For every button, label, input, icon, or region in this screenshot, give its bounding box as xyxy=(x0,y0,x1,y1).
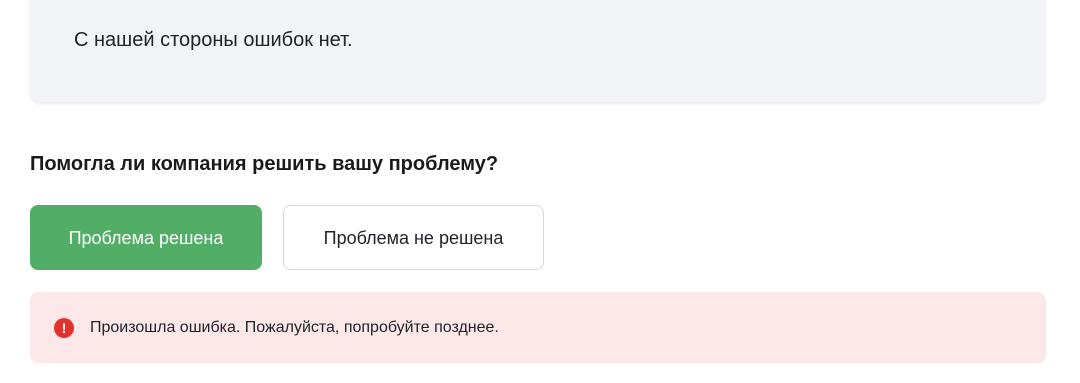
company-response-card: С нашей стороны ошибок нет. xyxy=(30,0,1046,102)
feedback-question: Помогла ли компания решить вашу проблему… xyxy=(30,153,499,175)
company-response-text: С нашей стороны ошибок нет. xyxy=(74,29,353,51)
page: С нашей стороны ошибок нет. Помогла ли к… xyxy=(0,0,1080,383)
problem-not-solved-button[interactable]: Проблема не решена xyxy=(283,205,544,270)
error-message: Произошла ошибка. Пожалуйста, попробуйте… xyxy=(90,318,499,336)
exclamation-circle-icon: ! xyxy=(54,317,74,338)
problem-solved-button[interactable]: Проблема решена xyxy=(30,205,262,270)
error-alert: ! Произошла ошибка. Пожалуйста, попробуй… xyxy=(30,292,1046,363)
